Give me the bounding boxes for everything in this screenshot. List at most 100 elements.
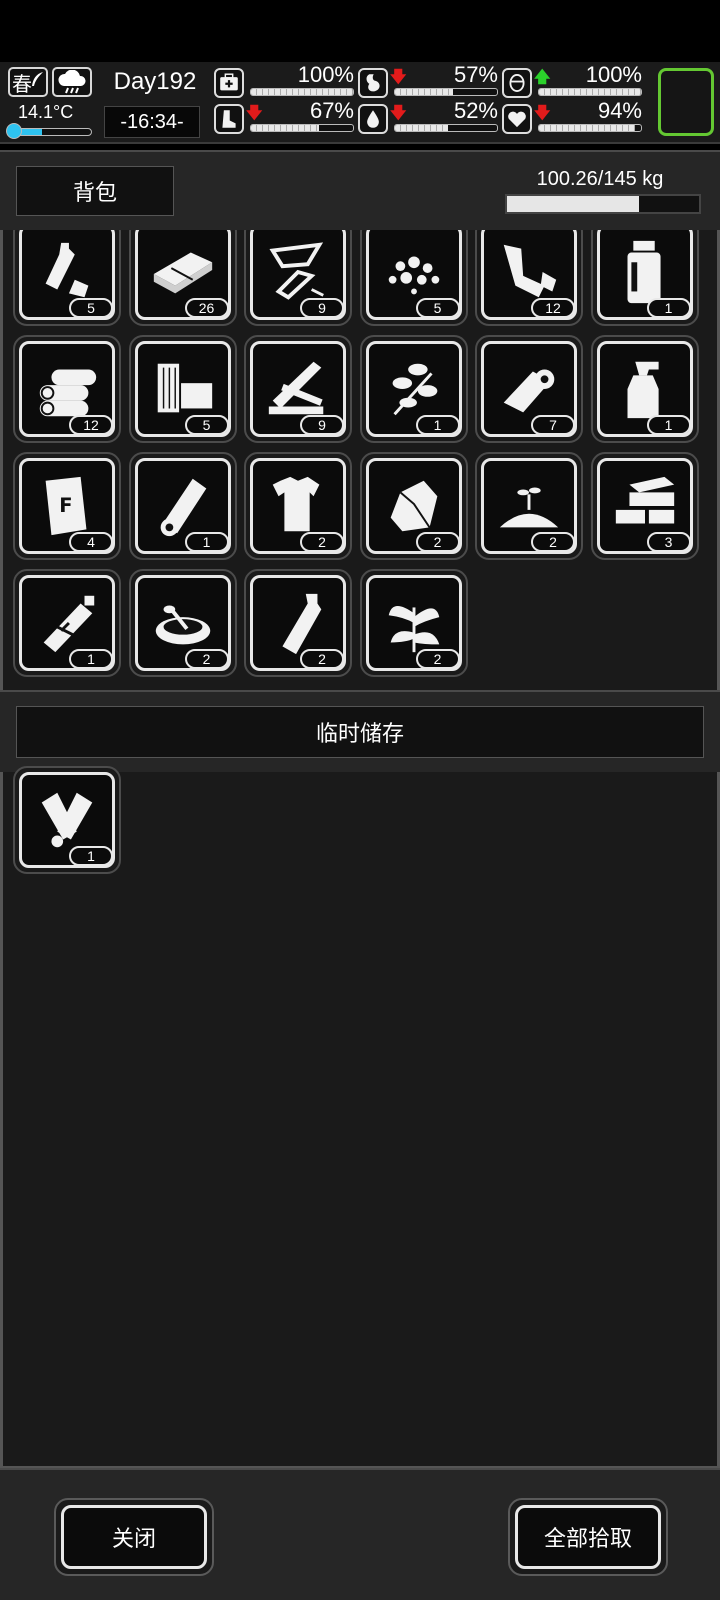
stat-value: 100% — [585, 62, 642, 87]
temperature-label: 14.1°C — [18, 102, 74, 122]
stat-bar — [394, 124, 498, 132]
pickup-all-button[interactable]: 全部拾取 — [508, 1498, 668, 1576]
gravel-icon — [388, 256, 439, 295]
item-count: 2 — [300, 532, 344, 552]
plastic-bottles-icon — [45, 242, 89, 298]
quill-icon — [32, 72, 43, 86]
stat-icon-box — [214, 104, 244, 134]
item-count: 1 — [646, 415, 691, 435]
item-slot[interactable]: 12 — [13, 335, 121, 443]
item-slot[interactable]: 12 — [475, 230, 583, 326]
stat-bar — [250, 124, 354, 132]
temp-storage-tab: 临时储存 — [16, 706, 704, 758]
item-slot[interactable]: 2 — [359, 569, 468, 677]
spray-cans-icon — [41, 792, 93, 848]
item-slot[interactable]: F4 — [13, 452, 121, 560]
item-slot[interactable]: 1 — [359, 335, 468, 443]
item-count: 2 — [415, 649, 460, 669]
close-button[interactable]: 关闭 — [54, 1498, 214, 1576]
item-slot[interactable]: 1 — [590, 335, 699, 443]
stat-bar-fill — [539, 89, 641, 95]
equipped-slot[interactable] — [658, 68, 714, 136]
stomach-icon — [366, 74, 380, 92]
item-slot[interactable]: 9 — [244, 230, 352, 326]
leafy-plant-icon — [388, 605, 439, 653]
thermometer-bulb-icon — [6, 123, 22, 139]
heart-icon — [508, 111, 526, 128]
weight-bar — [505, 194, 701, 214]
item-count: 2 — [300, 649, 344, 669]
item-count: 2 — [415, 532, 460, 552]
stat-icon-box — [214, 68, 244, 98]
item-count: 1 — [184, 532, 229, 552]
scrap-metal-icon — [503, 244, 557, 298]
stat-icon-box — [502, 68, 532, 98]
weight-label: 100.26/145 kg — [536, 168, 664, 190]
item-count: 5 — [415, 298, 460, 318]
spray-bottle-icon — [627, 361, 659, 419]
close-button-face: 关闭 — [61, 1505, 207, 1569]
item-slot[interactable]: 2 — [475, 452, 583, 560]
stat-icon-box — [502, 104, 532, 134]
temp-storage-header: 临时储存 — [0, 690, 720, 772]
stat-bar — [538, 124, 642, 132]
item-slot[interactable]: 5 — [359, 230, 468, 326]
stat-bar-fill — [395, 89, 454, 95]
torn-shirt-icon — [272, 476, 320, 532]
wood-blocks-icon — [157, 363, 212, 413]
seedling-soil-icon — [499, 487, 559, 528]
stat-hunger: 🡇 57% — [358, 62, 498, 100]
stat-thirst: 🡇 52% — [358, 98, 498, 136]
item-count: 9 — [300, 415, 344, 435]
bricks-icon — [615, 476, 674, 524]
item-count: 7 — [531, 415, 575, 435]
pickup-all-button-label: 全部拾取 — [543, 1527, 632, 1552]
item-slot[interactable]: 5 — [128, 335, 237, 443]
item-slot[interactable]: 2 — [359, 452, 468, 560]
stat-icon-box — [358, 68, 388, 98]
backpack-tab[interactable]: 背包 — [16, 166, 174, 216]
stat-bar — [250, 88, 354, 96]
item-count: 9 — [300, 298, 344, 318]
head-icon — [509, 74, 525, 92]
item-count: 2 — [531, 532, 575, 552]
status-bar: 春 14.1°C Day192 -16:34- 100% 🡇 57% 🡅 100% 🡇 67… — [0, 62, 720, 144]
footer-bar: 关闭 全部拾取 — [0, 1468, 720, 1600]
item-slot[interactable]: 26 — [128, 230, 237, 326]
stat-value: 67% — [309, 98, 354, 123]
item-count: 4 — [69, 532, 113, 552]
cloth-roll-icon — [503, 369, 555, 413]
item-slot[interactable]: 1 — [590, 230, 699, 326]
backpack-grid[interactable]: 5 26 9 5 12 1 12 5 9 1 7 1 F 4 1 2 2 2 3 1 2 2 2 — [0, 230, 720, 690]
logs-icon — [39, 369, 97, 417]
stat-value: 94% — [597, 98, 642, 123]
item-slot[interactable]: 1 — [128, 452, 237, 560]
stat-bar — [538, 88, 642, 96]
medkit-icon — [220, 73, 238, 91]
item-slot[interactable]: 1 — [13, 569, 121, 677]
svg-text:F: F — [59, 494, 72, 517]
boot-icon — [222, 110, 236, 128]
item-count: 5 — [69, 298, 113, 318]
item-slot[interactable]: 1 — [13, 766, 121, 874]
item-slot[interactable]: 2 — [128, 569, 237, 677]
wood-plank-icon — [153, 252, 212, 294]
time-display: -16:34- — [104, 106, 200, 138]
season-indicator: 春 — [8, 67, 48, 97]
stat-bar-fill — [539, 125, 635, 131]
temp-storage-title: 临时储存 — [315, 722, 404, 747]
temp-storage-grid[interactable]: 1 — [0, 766, 720, 1468]
item-slot[interactable]: 2 — [244, 569, 352, 677]
item-slot[interactable]: 2 — [244, 452, 352, 560]
close-button-label: 关闭 — [111, 1527, 156, 1552]
item-slot[interactable]: 9 — [244, 335, 352, 443]
backpack-header: 背包 100.26/145 kg — [0, 150, 720, 230]
stat-value: 100% — [297, 62, 354, 87]
item-count: 1 — [69, 846, 113, 866]
item-slot[interactable]: 7 — [475, 335, 583, 443]
item-slot[interactable]: 5 — [13, 230, 121, 326]
item-slot[interactable]: 3 — [590, 452, 699, 560]
bottle-icon — [282, 593, 322, 655]
water-drop-icon — [367, 110, 379, 128]
stat-value: 52% — [453, 98, 498, 123]
